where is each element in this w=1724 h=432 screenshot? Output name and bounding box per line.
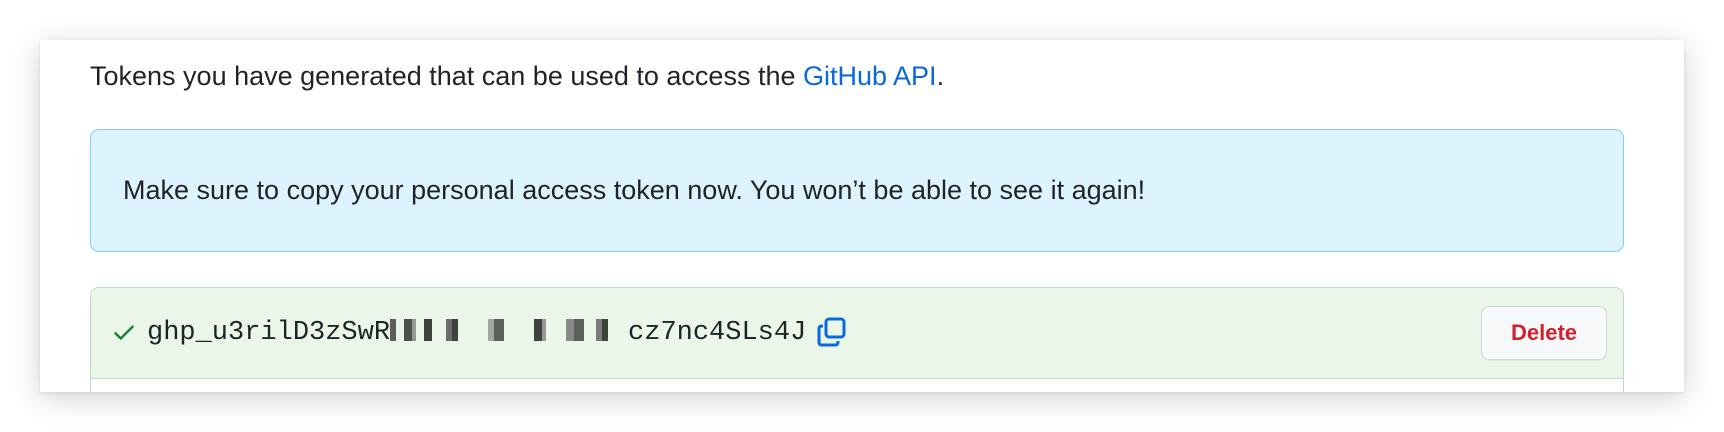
tokens-panel: Tokens you have generated that can be us… — [40, 40, 1684, 392]
description-period: . — [936, 61, 945, 91]
redacted-token-segment — [390, 318, 629, 341]
github-api-link[interactable]: GitHub API — [803, 61, 937, 91]
check-icon — [114, 325, 134, 340]
new-token-row: ghp_u3rilD3zSwR cz7nc4SLs4J Delete — [91, 288, 1623, 379]
token-suffix: cz7nc4SLs4J — [628, 318, 807, 348]
copy-icon[interactable] — [816, 316, 848, 348]
warning-message: Make sure to copy your personal access t… — [123, 175, 1146, 205]
token-list: ghp_u3rilD3zSwR cz7nc4SLs4J Delete — [90, 287, 1624, 392]
token-prefix: ghp_u3rilD3zSwR — [147, 318, 391, 348]
copy-token-warning: Make sure to copy your personal access t… — [90, 129, 1624, 252]
delete-token-button[interactable]: Delete — [1481, 306, 1607, 360]
description-text: Tokens you have generated that can be us… — [90, 61, 803, 91]
token-value: ghp_u3rilD3zSwR cz7nc4SLs4J — [147, 313, 806, 353]
tokens-description: Tokens you have generated that can be us… — [90, 56, 944, 96]
